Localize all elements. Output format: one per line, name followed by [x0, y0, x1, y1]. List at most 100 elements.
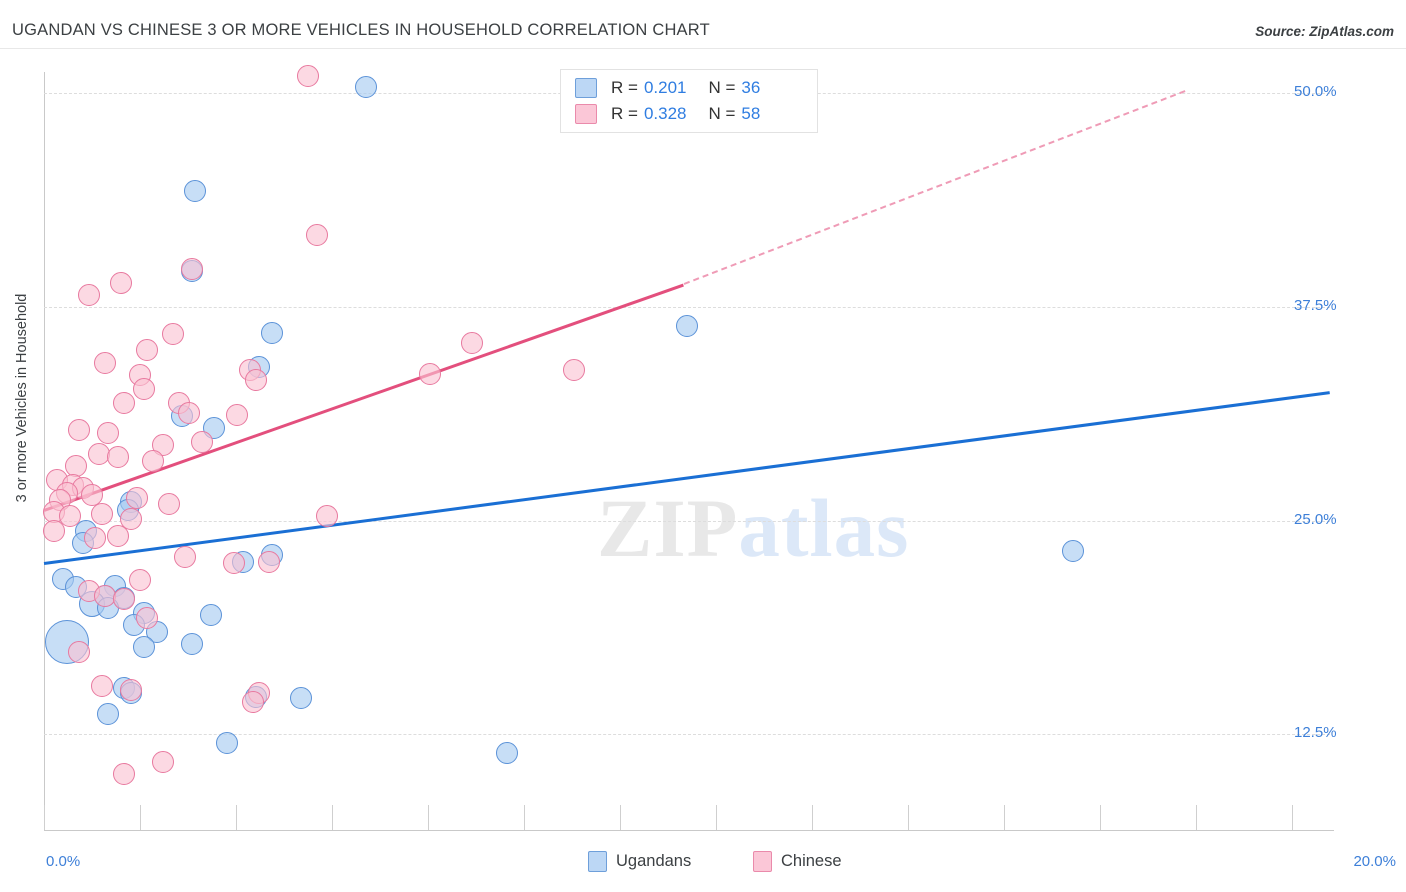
- data-point-u[interactable]: [180, 632, 203, 655]
- data-point-c[interactable]: [90, 502, 113, 525]
- data-point-c[interactable]: [90, 675, 113, 698]
- data-point-u[interactable]: [495, 742, 518, 765]
- watermark-zip: ZIP: [597, 482, 739, 574]
- data-point-c[interactable]: [161, 323, 184, 346]
- data-point-c[interactable]: [94, 352, 117, 375]
- watermark: ZIPatlas: [597, 480, 909, 576]
- data-point-c[interactable]: [177, 401, 200, 424]
- y-axis-tick-label: 12.5%: [1294, 724, 1337, 742]
- source-attribution: Source: ZipAtlas.com: [1255, 24, 1394, 39]
- data-point-c[interactable]: [106, 525, 129, 548]
- data-point-c[interactable]: [142, 449, 165, 472]
- x-axis-tick: [907, 805, 909, 830]
- data-point-c[interactable]: [78, 284, 100, 307]
- data-point-c[interactable]: [258, 550, 281, 573]
- data-point-c[interactable]: [126, 487, 149, 510]
- data-point-u[interactable]: [261, 321, 284, 344]
- data-point-c[interactable]: [296, 65, 319, 88]
- data-point-c[interactable]: [110, 272, 133, 295]
- series-swatch-chinese: [753, 851, 772, 872]
- data-point-c[interactable]: [306, 224, 329, 247]
- series-label-chinese: Chinese: [781, 852, 842, 870]
- data-point-c[interactable]: [245, 369, 268, 392]
- x-axis-tick: [44, 805, 45, 830]
- y-axis-tick-label: 37.5%: [1294, 297, 1337, 314]
- data-point-u[interactable]: [354, 75, 377, 98]
- x-axis-tick: [1003, 805, 1005, 830]
- x-axis-tick: [523, 805, 525, 830]
- data-point-c[interactable]: [113, 588, 136, 611]
- x-axis-max-label: 20.0%: [1353, 853, 1396, 870]
- data-point-c[interactable]: [113, 762, 136, 785]
- page-title: UGANDAN VS CHINESE 3 OR MORE VEHICLES IN…: [12, 21, 710, 39]
- data-point-c[interactable]: [158, 492, 181, 515]
- x-axis-tick: [331, 805, 333, 830]
- data-point-c[interactable]: [68, 641, 91, 664]
- data-point-c[interactable]: [563, 359, 586, 382]
- data-point-u[interactable]: [200, 603, 223, 626]
- data-point-c[interactable]: [174, 545, 197, 568]
- data-point-c[interactable]: [315, 504, 338, 527]
- data-point-c[interactable]: [151, 750, 174, 773]
- data-point-c[interactable]: [135, 607, 158, 630]
- legend-n-value-chinese: 58: [741, 104, 761, 123]
- legend-r-label-chinese: R =: [611, 104, 638, 123]
- chart-root: UGANDAN VS CHINESE 3 OR MORE VEHICLES IN…: [0, 0, 1406, 892]
- data-point-c[interactable]: [106, 446, 129, 469]
- x-axis-tick: [1099, 805, 1101, 830]
- data-point-c[interactable]: [84, 526, 107, 549]
- x-axis-tick: [619, 805, 621, 830]
- plot-area: ZIPatlas: [42, 65, 1331, 830]
- legend-r-label-ugandans: R =: [611, 78, 638, 97]
- gridline: [44, 734, 1330, 736]
- data-point-c[interactable]: [225, 403, 248, 426]
- data-point-u[interactable]: [676, 314, 698, 337]
- data-point-u[interactable]: [132, 636, 155, 659]
- data-point-u[interactable]: [290, 687, 313, 710]
- x-axis-tick: [235, 805, 237, 830]
- series-legend-chinese[interactable]: Chinese: [753, 851, 842, 872]
- data-point-c[interactable]: [119, 678, 142, 701]
- data-point-c[interactable]: [97, 422, 120, 445]
- legend-n-label-chinese: N =: [708, 104, 736, 123]
- data-point-c[interactable]: [222, 552, 245, 575]
- header-divider: [0, 48, 1406, 49]
- legend-n-label-ugandans: N =: [708, 78, 736, 97]
- data-point-u[interactable]: [97, 702, 120, 725]
- y-axis-label: 3 or more Vehicles in Household: [14, 293, 30, 503]
- correlation-legend: R = 0.201 N = 36 R = 0.328 N = 58: [560, 69, 818, 133]
- data-point-u[interactable]: [184, 179, 207, 202]
- x-axis-min-label: 0.0%: [46, 853, 81, 870]
- legend-row-ugandans: R = 0.201 N = 36: [575, 76, 760, 100]
- data-point-c[interactable]: [241, 690, 264, 713]
- legend-swatch-chinese: [575, 104, 597, 124]
- y-axis-tick-label: 50.0%: [1294, 83, 1337, 101]
- data-point-c[interactable]: [129, 569, 152, 592]
- data-point-c[interactable]: [132, 378, 155, 401]
- data-point-c[interactable]: [42, 519, 65, 542]
- data-point-c[interactable]: [113, 391, 136, 414]
- series-legend-ugandans[interactable]: Ugandans: [588, 851, 691, 872]
- gridline: [44, 520, 1330, 522]
- data-point-c[interactable]: [135, 338, 158, 361]
- data-point-u[interactable]: [1061, 540, 1084, 563]
- x-axis-tick: [139, 805, 141, 830]
- legend-swatch-ugandans: [575, 78, 597, 98]
- watermark-atlas: atlas: [738, 482, 910, 574]
- legend-row-chinese: R = 0.328 N = 58: [575, 102, 760, 126]
- legend-r-value-chinese: 0.328: [643, 104, 687, 123]
- series-label-ugandans: Ugandans: [616, 852, 692, 870]
- data-point-c[interactable]: [190, 431, 213, 454]
- gridline: [44, 307, 1330, 308]
- x-axis-tick: [811, 805, 813, 830]
- data-point-u[interactable]: [216, 731, 239, 754]
- data-point-c[interactable]: [68, 419, 91, 442]
- x-axis-line: [44, 830, 1334, 831]
- x-axis-tick: [427, 805, 429, 830]
- y-axis-tick-label: 25.0%: [1294, 510, 1337, 528]
- data-point-c[interactable]: [460, 331, 483, 354]
- series-swatch-ugandans: [588, 851, 607, 872]
- x-axis-tick: [1291, 805, 1293, 830]
- data-point-c[interactable]: [418, 362, 441, 385]
- legend-n-value-ugandans: 36: [741, 78, 761, 97]
